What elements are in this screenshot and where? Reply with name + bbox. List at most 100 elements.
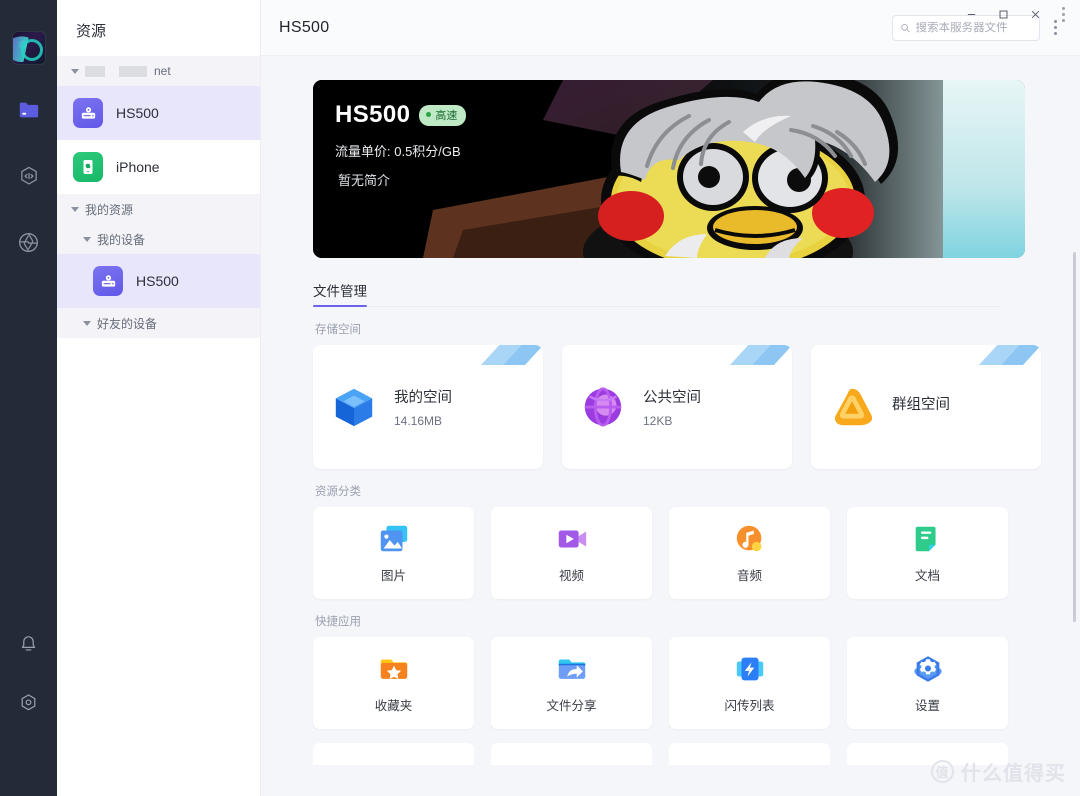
close-icon [1031, 10, 1039, 18]
flash-transfer-icon [736, 657, 763, 681]
sidebar-device-iphone[interactable]: iPhone [57, 140, 260, 194]
rail-item-transfer[interactable] [9, 156, 49, 196]
storage-card-group-space[interactable]: 群组空间 [811, 345, 1041, 469]
tree-group-network[interactable]: net [57, 56, 260, 86]
favorites-folder-icon [380, 659, 407, 680]
chevron-down-icon [83, 236, 91, 242]
tab-bar: 文件管理 [313, 280, 1066, 307]
server-banner: HS500 高速 流量单价: 0.5积分/GB 暂无简介 [313, 80, 1025, 258]
storage-card-public-space[interactable]: 公共空间 12KB [562, 345, 792, 469]
quick-app-card-label: 文件分享 [546, 699, 597, 713]
hex-transfer-icon [20, 166, 37, 185]
folder-icon [19, 102, 38, 118]
sidebar-device-label: HS500 [136, 273, 179, 289]
storage-card-text: 公共空间 12KB [643, 386, 701, 428]
status-badge-label: 高速 [435, 109, 458, 122]
image-icon [380, 525, 407, 552]
iphone-device-icon [73, 152, 103, 182]
quick-app-card-favorites[interactable]: 收藏夹 [313, 637, 474, 729]
storage-card-name: 公共空间 [643, 390, 701, 406]
sidebar-device-label: HS500 [116, 105, 159, 121]
category-card-documents[interactable]: 文档 [847, 507, 1008, 599]
storage-card-text: 群组空间 [892, 393, 950, 421]
banner-intro-line: 暂无简介 [338, 173, 391, 188]
redacted-name [85, 65, 147, 77]
status-dot-icon [426, 112, 432, 117]
resource-tree: net HS500 iPhone 我的资源 我的设备 HS500 好友的设备 [57, 56, 260, 338]
main-panel: HS500 搜索本服务器文件 HS500 高速 流量单价: 0.5积分/GB 暂… [261, 0, 1080, 796]
category-card-audio[interactable]: 音频 [669, 507, 830, 599]
banner-server-name: HS500 [335, 101, 411, 128]
storage-card-size: 12KB [643, 414, 673, 428]
sidebar-mydevice-hs500[interactable]: HS500 [57, 254, 260, 308]
chevron-down-icon [83, 320, 91, 326]
ribbon-decor-icon [979, 345, 1041, 365]
resource-sidebar: 资源 net HS500 iPhone 我的资源 我的设备 HS500 好友的设… [57, 0, 261, 796]
quick-app-card-file-share[interactable]: 文件分享 [491, 637, 652, 729]
storage-card-name: 群组空间 [892, 397, 950, 413]
tree-group-my-resources[interactable]: 我的资源 [57, 194, 260, 224]
ribbon-decor-icon [481, 345, 543, 365]
banner-text: HS500 高速 流量单价: 0.5积分/GB 暂无简介 [313, 80, 1025, 189]
video-icon [558, 530, 586, 548]
status-badge: 高速 [419, 104, 467, 126]
minimize-button[interactable] [956, 1, 986, 27]
nas-device-icon [73, 98, 103, 128]
category-card-videos[interactable]: 视频 [491, 507, 652, 599]
banner-price-line: 流量单价: 0.5积分/GB [335, 144, 461, 159]
rail-item-discover[interactable] [9, 222, 49, 262]
hex-settings-icon [21, 693, 36, 710]
nas-device-icon [93, 266, 123, 296]
app-window: 资源 net HS500 iPhone 我的资源 我的设备 HS500 好友的设… [0, 0, 1080, 796]
storage-card-name: 我的空间 [394, 390, 452, 406]
rail-item-settings[interactable] [9, 682, 49, 722]
next-row-peek [313, 743, 1066, 765]
left-nav-rail [0, 0, 57, 796]
section-label-storage: 存储空间 [315, 324, 361, 336]
tree-group-label: 我的设备 [97, 232, 146, 247]
storage-card-my-space[interactable]: 我的空间 14.16MB [313, 345, 543, 469]
blue-cube-icon [335, 388, 373, 427]
purple-globe-icon [584, 387, 622, 427]
bell-icon [21, 635, 36, 651]
sidebar-device-hs500-net[interactable]: HS500 [57, 86, 260, 140]
tab-divider [313, 306, 1001, 307]
category-card-label: 图片 [380, 569, 406, 583]
title-bar: HS500 [261, 0, 1080, 56]
rail-item-notifications[interactable] [9, 624, 49, 664]
category-card-label: 音频 [736, 569, 762, 583]
peek-card[interactable] [847, 743, 1008, 765]
maximize-button[interactable] [988, 1, 1018, 27]
network-label: net [154, 64, 171, 78]
quick-app-card-settings[interactable]: 设置 [847, 637, 1008, 729]
close-button[interactable] [1020, 1, 1050, 27]
section-label-quick-apps: 快捷应用 [315, 616, 361, 628]
content: HS500 高速 流量单价: 0.5积分/GB 暂无简介 文件管理 存储空间 我… [261, 56, 1066, 765]
tab-file-management[interactable]: 文件管理 [313, 280, 367, 307]
peek-card[interactable] [669, 743, 830, 765]
peek-card[interactable] [491, 743, 652, 765]
aperture-icon [19, 232, 38, 252]
search-icon [901, 23, 910, 32]
quick-app-card-label: 闪传列表 [724, 699, 775, 713]
chevron-down-icon [71, 206, 79, 212]
window-more-button[interactable] [1052, 4, 1074, 24]
quick-app-card-flash-transfer[interactable]: 闪传列表 [669, 637, 830, 729]
settings-gear-icon [913, 656, 942, 682]
peek-card[interactable] [313, 743, 474, 765]
vertical-scrollbar[interactable] [1073, 252, 1076, 622]
quick-app-card-label: 设置 [914, 699, 940, 713]
category-card-label: 视频 [558, 569, 584, 583]
category-card-images[interactable]: 图片 [313, 507, 474, 599]
orange-triangle-icon [834, 388, 873, 426]
tree-group-my-devices[interactable]: 我的设备 [57, 224, 260, 254]
sidebar-title: 资源 [76, 23, 107, 40]
storage-card-text: 我的空间 14.16MB [394, 386, 452, 428]
quick-app-card-label: 收藏夹 [374, 699, 413, 713]
maximize-icon [999, 10, 1007, 18]
tree-group-friend-devices[interactable]: 好友的设备 [57, 308, 260, 338]
user-avatar[interactable] [12, 32, 45, 64]
tree-group-label: 好友的设备 [97, 316, 158, 331]
tree-group-label: 我的资源 [85, 202, 134, 217]
rail-item-files[interactable] [9, 90, 49, 130]
